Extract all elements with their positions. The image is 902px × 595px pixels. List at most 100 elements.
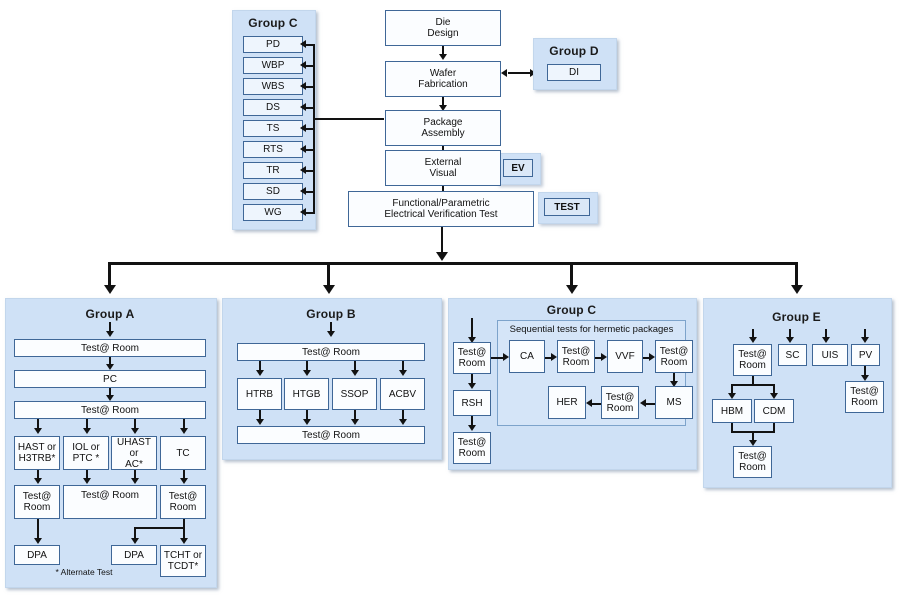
ga-post-arrow-3 — [131, 478, 139, 484]
gc-rsh[interactable]: RSH — [453, 390, 491, 416]
hseg-wbs — [305, 85, 315, 88]
panel-group-a-title: Group A — [85, 307, 135, 321]
ge-tr-esd-line1: Test@ — [738, 349, 767, 360]
hseg-sd — [305, 190, 315, 193]
hseg-ds — [305, 106, 315, 109]
ge-esd-split — [731, 384, 775, 386]
gc-seq-tr1-line2: Room — [562, 356, 590, 368]
ga-arrow-to-dpa-mid — [131, 538, 139, 544]
top-group-c-item-rts[interactable]: RTS — [243, 141, 303, 158]
ga-post-test-room-right[interactable]: Test@ Room — [160, 485, 206, 519]
gc-seq-test-room-1[interactable]: Test@ Room — [557, 340, 595, 373]
gc-seq-ca[interactable]: CA — [509, 340, 545, 373]
ge-pv[interactable]: PV — [851, 344, 880, 366]
ge-entry-arrow-2 — [786, 337, 794, 343]
top-group-c-item-ts[interactable]: TS — [243, 120, 303, 137]
gc-seq-test-room-2[interactable]: Test@ Room — [655, 340, 693, 373]
bus-arrow-group-e — [790, 285, 803, 294]
ge-test-room-post-esd[interactable]: Test@ Room — [733, 446, 772, 478]
wafer-fab-line2: Fabrication — [418, 79, 468, 90]
gc-seq-ms[interactable]: MS — [655, 386, 693, 419]
ga-branch-arrow-4 — [180, 428, 188, 434]
flow-step-external-visual[interactable]: External Visual — [385, 150, 501, 186]
ge-hbm[interactable]: HBM — [712, 399, 752, 423]
gc-arrow-tr-to-her — [586, 399, 592, 407]
flow-step-die-design[interactable]: Die Design — [385, 10, 501, 46]
flow-step-electrical-test[interactable]: Functional/Parametric Electrical Verific… — [348, 191, 534, 227]
ge-tr-post-esd-line2: Room — [739, 462, 766, 473]
gc-seq-test-room-3[interactable]: Test@ Room — [601, 386, 639, 419]
top-group-c-item-wbp[interactable]: WBP — [243, 57, 303, 74]
hseg-wbp — [305, 64, 315, 67]
arrowhead-pd — [300, 40, 306, 48]
ge-test-room-post-pv[interactable]: Test@ Room — [845, 381, 884, 413]
ga-arrow-to-dpa-left — [34, 538, 42, 544]
top-group-c-item-tr[interactable]: TR — [243, 162, 303, 179]
gb-test-ssop[interactable]: SSOP — [332, 378, 377, 410]
ga-post-right-line2: Room — [169, 502, 197, 513]
gb-test-acbv[interactable]: ACBV — [380, 378, 425, 410]
ga-stress-hast[interactable]: HAST or H3TRB* — [14, 436, 60, 470]
badge-test[interactable]: TEST — [544, 198, 590, 216]
ga-test-room-2[interactable]: Test@ Room — [14, 401, 206, 419]
ga-arrow-to-tcht — [180, 538, 188, 544]
arrowhead-wg — [300, 208, 306, 216]
ge-sc[interactable]: SC — [778, 344, 807, 366]
ga-stress-tc[interactable]: TC — [160, 436, 206, 470]
top-group-c-item-wbs[interactable]: WBS — [243, 78, 303, 95]
arrowhead-rts — [300, 145, 306, 153]
ga-tcht-line2: TCDT* — [167, 561, 199, 572]
hseg-tr — [305, 169, 315, 172]
gc-test-room-bottom[interactable]: Test@ Room — [453, 432, 491, 464]
gb-test-room-bottom[interactable]: Test@ Room — [237, 426, 425, 444]
arrowhead-sd — [300, 187, 306, 195]
package-asm-line2: Assembly — [421, 128, 465, 139]
gc-test-room-top[interactable]: Test@ Room — [453, 342, 491, 374]
gb-test-htgb[interactable]: HTGB — [284, 378, 329, 410]
ge-cdm[interactable]: CDM — [754, 399, 794, 423]
ge-uis[interactable]: UIS — [812, 344, 848, 366]
ga-stress-uhast[interactable]: UHAST or AC* — [111, 436, 157, 470]
ga-post-test-room-mid[interactable]: Test@ Room — [63, 485, 157, 519]
gb-branch-arrow-4 — [399, 370, 407, 376]
top-group-c-item-sd[interactable]: SD — [243, 183, 303, 200]
flow-step-package-assembly[interactable]: Package Assembly — [385, 110, 501, 146]
die-design-line2: Design — [427, 28, 459, 39]
ga-stress-iol[interactable]: IOL or PTC * — [63, 436, 109, 470]
badge-ev[interactable]: EV — [503, 159, 533, 177]
ge-entry-arrow-3 — [822, 337, 830, 343]
ga-pc[interactable]: PC — [14, 370, 206, 388]
ge-entry-arrow-1 — [749, 337, 757, 343]
top-group-c-item-ds[interactable]: DS — [243, 99, 303, 116]
ge-tr-esd-line2: Room — [739, 360, 766, 371]
gc-seq-vvf[interactable]: VVF — [607, 340, 643, 373]
ga-tcht[interactable]: TCHT or TCDT* — [160, 545, 206, 577]
gb-arrow-title-to-tr — [327, 331, 335, 337]
gc-tr-bot-line2: Room — [458, 448, 486, 459]
ga-dpa-left[interactable]: DPA — [14, 545, 60, 565]
top-group-c-item-wg[interactable]: WG — [243, 204, 303, 221]
gb-post-arrow-4 — [399, 419, 407, 425]
arrow-die-to-wafer — [439, 54, 447, 60]
gb-test-room-top[interactable]: Test@ Room — [237, 343, 425, 361]
flow-step-wafer-fabrication[interactable]: Wafer Fabrication — [385, 61, 501, 97]
gb-branch-arrow-2 — [303, 370, 311, 376]
top-group-c-item-pd[interactable]: PD — [243, 36, 303, 53]
wafer-fab-line1: Wafer — [429, 68, 457, 79]
ge-tr-pv-line1: Test@ — [850, 386, 879, 397]
gb-test-htrb[interactable]: HTRB — [237, 378, 282, 410]
package-asm-line1: Package — [423, 117, 463, 128]
group-d-item-di[interactable]: DI — [547, 64, 601, 81]
conn-wafer-to-groupd — [508, 72, 530, 74]
ge-test-room-esd[interactable]: Test@ Room — [733, 344, 772, 376]
ga-test-room-1[interactable]: Test@ Room — [14, 339, 206, 357]
ga-post-test-room-left[interactable]: Test@ Room — [14, 485, 60, 519]
gb-post-arrow-3 — [351, 419, 359, 425]
gc-seq-her[interactable]: HER — [548, 386, 586, 419]
ge-tr-post-esd-line1: Test@ — [738, 451, 767, 462]
gb-branch-arrow-3 — [351, 370, 359, 376]
panel-group-e-title: Group E — [772, 310, 821, 324]
ga-post-left-line1: Test@ — [22, 491, 52, 502]
gc-tr-top-line2: Room — [458, 358, 486, 369]
ga-dpa-mid[interactable]: DPA — [111, 545, 157, 565]
